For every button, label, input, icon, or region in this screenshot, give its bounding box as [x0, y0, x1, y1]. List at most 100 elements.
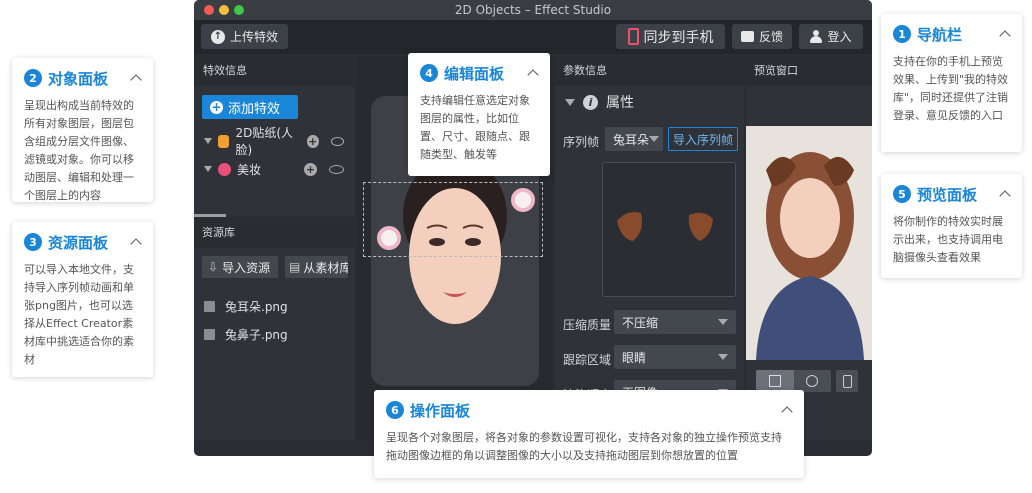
donut-sticker-left[interactable] — [377, 226, 401, 250]
add-effect-button[interactable]: + 添加特效 — [202, 95, 298, 119]
compression-value: 不压缩 — [622, 315, 659, 330]
expand-arrow-icon[interactable] — [204, 138, 212, 144]
attributes-title: 属性 — [606, 95, 634, 111]
add-effect-label: 添加特效 — [228, 101, 281, 117]
camera-preview-image — [746, 126, 872, 360]
tip-body: 呈现各个对象图层，将各对象的参数设置可视化，支持各对象的独立操作预览支持拖动图像… — [386, 431, 782, 462]
login-label: 登入 — [827, 30, 852, 44]
tip-title: 编辑面板 — [444, 64, 505, 83]
makeup-layer-icon — [218, 162, 231, 176]
collapse-caret-icon[interactable] — [131, 73, 141, 83]
preview-mode-toggle — [756, 370, 831, 392]
donut-sticker-right[interactable] — [511, 188, 535, 212]
minimize-window-icon[interactable] — [219, 5, 229, 15]
collapse-caret-icon[interactable] — [782, 405, 792, 415]
file-item[interactable]: 兔耳朵.png — [204, 292, 352, 320]
visibility-eye-icon[interactable] — [330, 136, 345, 146]
dropdown-arrow-icon — [718, 354, 728, 360]
tip-title: 导航栏 — [917, 25, 963, 44]
tip-body: 支持在你的手机上预览效果、上传到"我的特效库"，同时还提供了注销登录、意见反馈的… — [893, 55, 1009, 122]
folder-icon: ▤ — [289, 260, 301, 274]
step-number-badge: 3 — [24, 233, 42, 251]
info-icon: i — [583, 94, 598, 110]
collapse-caret-icon[interactable] — [1000, 29, 1010, 39]
camera-mode-icon[interactable] — [793, 370, 831, 392]
phone-view-icon[interactable] — [836, 370, 858, 392]
image-file-icon — [204, 328, 215, 340]
import-sequence-button[interactable]: 导入序列帧 — [668, 127, 738, 151]
object-panel: 特效信息 + 添加特效 2D贴纸(人脸) + 美妆 + — [194, 56, 354, 217]
add-sublayer-icon[interactable]: + — [307, 134, 319, 148]
sequence-frame-value: 兔耳朵 — [613, 132, 650, 147]
feedback-label: 反馈 — [758, 30, 783, 44]
maximize-window-icon[interactable] — [234, 5, 244, 15]
tip-preview-panel: 5 预览面板 将你制作的特效实时展示出来，也支持调用电脑摄像头查看效果 — [881, 174, 1022, 278]
tip-body: 呈现出构成当前特效的所有对象图层，图层包含组成分层文件图像、滤镜或对象。你可以移… — [24, 99, 134, 202]
panel-scrollbar[interactable] — [194, 214, 226, 217]
import-resource-label: 导入资源 — [222, 260, 271, 275]
expand-arrow-icon[interactable] — [204, 166, 212, 172]
bunny-ears-image — [617, 212, 713, 241]
file-name: 兔鼻子.png — [225, 327, 288, 342]
sticker-layer-icon — [218, 134, 230, 148]
layer-item[interactable]: 2D贴纸(人脸) + — [194, 126, 354, 157]
tracking-area-label: 跟踪区域 — [563, 353, 612, 367]
tracking-area-select[interactable]: 眼睛 — [614, 345, 736, 369]
compression-label: 压缩质量 — [563, 318, 612, 332]
toolbar: ↑ 上传特效 同步到手机 反馈 登入 — [194, 20, 872, 54]
sync-to-phone-button[interactable]: 同步到手机 — [616, 24, 725, 49]
param-panel-header: 参数信息 — [555, 56, 744, 86]
file-item[interactable]: 兔鼻子.png — [204, 320, 352, 348]
upload-effect-button[interactable]: ↑ 上传特效 — [201, 24, 288, 49]
feedback-button[interactable]: 反馈 — [732, 24, 792, 49]
object-panel-header: 特效信息 — [194, 56, 354, 86]
import-resource-button[interactable]: ⇩ 导入资源 — [202, 256, 278, 278]
phone-icon — [627, 28, 639, 45]
import-library-label: 从素材库导入 — [303, 260, 348, 275]
collapse-caret-icon[interactable] — [528, 68, 538, 78]
preview-panel-header: 预览窗口 — [746, 56, 872, 86]
tip-body: 可以导入本地文件，支持导入序列帧动画和单张png图片，也可以选择从Effect … — [24, 263, 134, 366]
step-number-badge: 6 — [386, 401, 404, 419]
file-name: 兔耳朵.png — [225, 299, 288, 314]
collapse-caret-icon[interactable] — [1000, 189, 1010, 199]
step-number-badge: 1 — [893, 25, 911, 43]
tip-object-panel: 2 对象面板 呈现出构成当前特效的所有对象图层，图层包含组成分层文件图像、滤镜或对… — [12, 58, 153, 202]
tip-body: 将你制作的特效实时展示出来，也支持调用电脑摄像头查看效果 — [893, 215, 1003, 264]
layer-list: 2D贴纸(人脸) + 美妆 + — [194, 126, 354, 183]
plus-icon: + — [210, 100, 223, 114]
compression-select[interactable]: 不压缩 — [614, 310, 736, 334]
add-sublayer-icon[interactable]: + — [304, 162, 317, 176]
tip-title: 对象面板 — [48, 69, 109, 88]
download-icon: ⇩ — [208, 260, 219, 274]
step-number-badge: 4 — [420, 64, 438, 82]
photo-mode-icon[interactable] — [756, 370, 794, 392]
collapse-arrow-icon — [565, 98, 575, 106]
chat-icon — [740, 31, 754, 42]
upload-icon: ↑ — [210, 29, 225, 44]
title-bar: 2D Objects – Effect Studio — [194, 0, 872, 20]
dropdown-arrow-icon — [718, 319, 728, 325]
layer-item[interactable]: 美妆 + — [194, 155, 354, 183]
user-icon — [810, 30, 823, 43]
attributes-section[interactable]: i 属性 — [565, 92, 634, 112]
tip-title: 操作面板 — [410, 401, 471, 420]
dropdown-arrow-icon — [649, 136, 659, 142]
collapse-caret-icon[interactable] — [131, 237, 141, 247]
tip-edit-panel: 4 编辑面板 支持编辑任意选定对象图层的属性，比如位置、尺寸、跟随点、跟随类型、触… — [408, 53, 550, 176]
layer-name: 2D贴纸(人脸) — [235, 126, 294, 157]
sequence-frame-select[interactable]: 兔耳朵 — [605, 127, 663, 151]
visibility-eye-icon[interactable] — [329, 164, 344, 174]
step-number-badge: 2 — [24, 69, 42, 87]
tip-title: 资源面板 — [48, 233, 109, 252]
preview-panel: 预览窗口 — [746, 56, 872, 440]
tip-navigation: 1 导航栏 支持在你的手机上预览效果、上传到"我的特效库"，同时还提供了注销登录、… — [881, 14, 1022, 152]
window-title: 2D Objects – Effect Studio — [454, 3, 612, 17]
resource-file-list: 兔耳朵.png 兔鼻子.png — [204, 292, 352, 348]
sequence-frame-label: 序列帧 — [563, 135, 600, 149]
login-button[interactable]: 登入 — [799, 24, 863, 49]
import-from-library-button[interactable]: ▤ 从素材库导入 — [285, 256, 348, 278]
close-window-icon[interactable] — [204, 5, 214, 15]
tip-operate-panel: 6 操作面板 呈现各个对象图层，将各对象的参数设置可视化，支持各对象的独立操作预览… — [374, 390, 804, 478]
tip-title: 预览面板 — [917, 185, 978, 204]
